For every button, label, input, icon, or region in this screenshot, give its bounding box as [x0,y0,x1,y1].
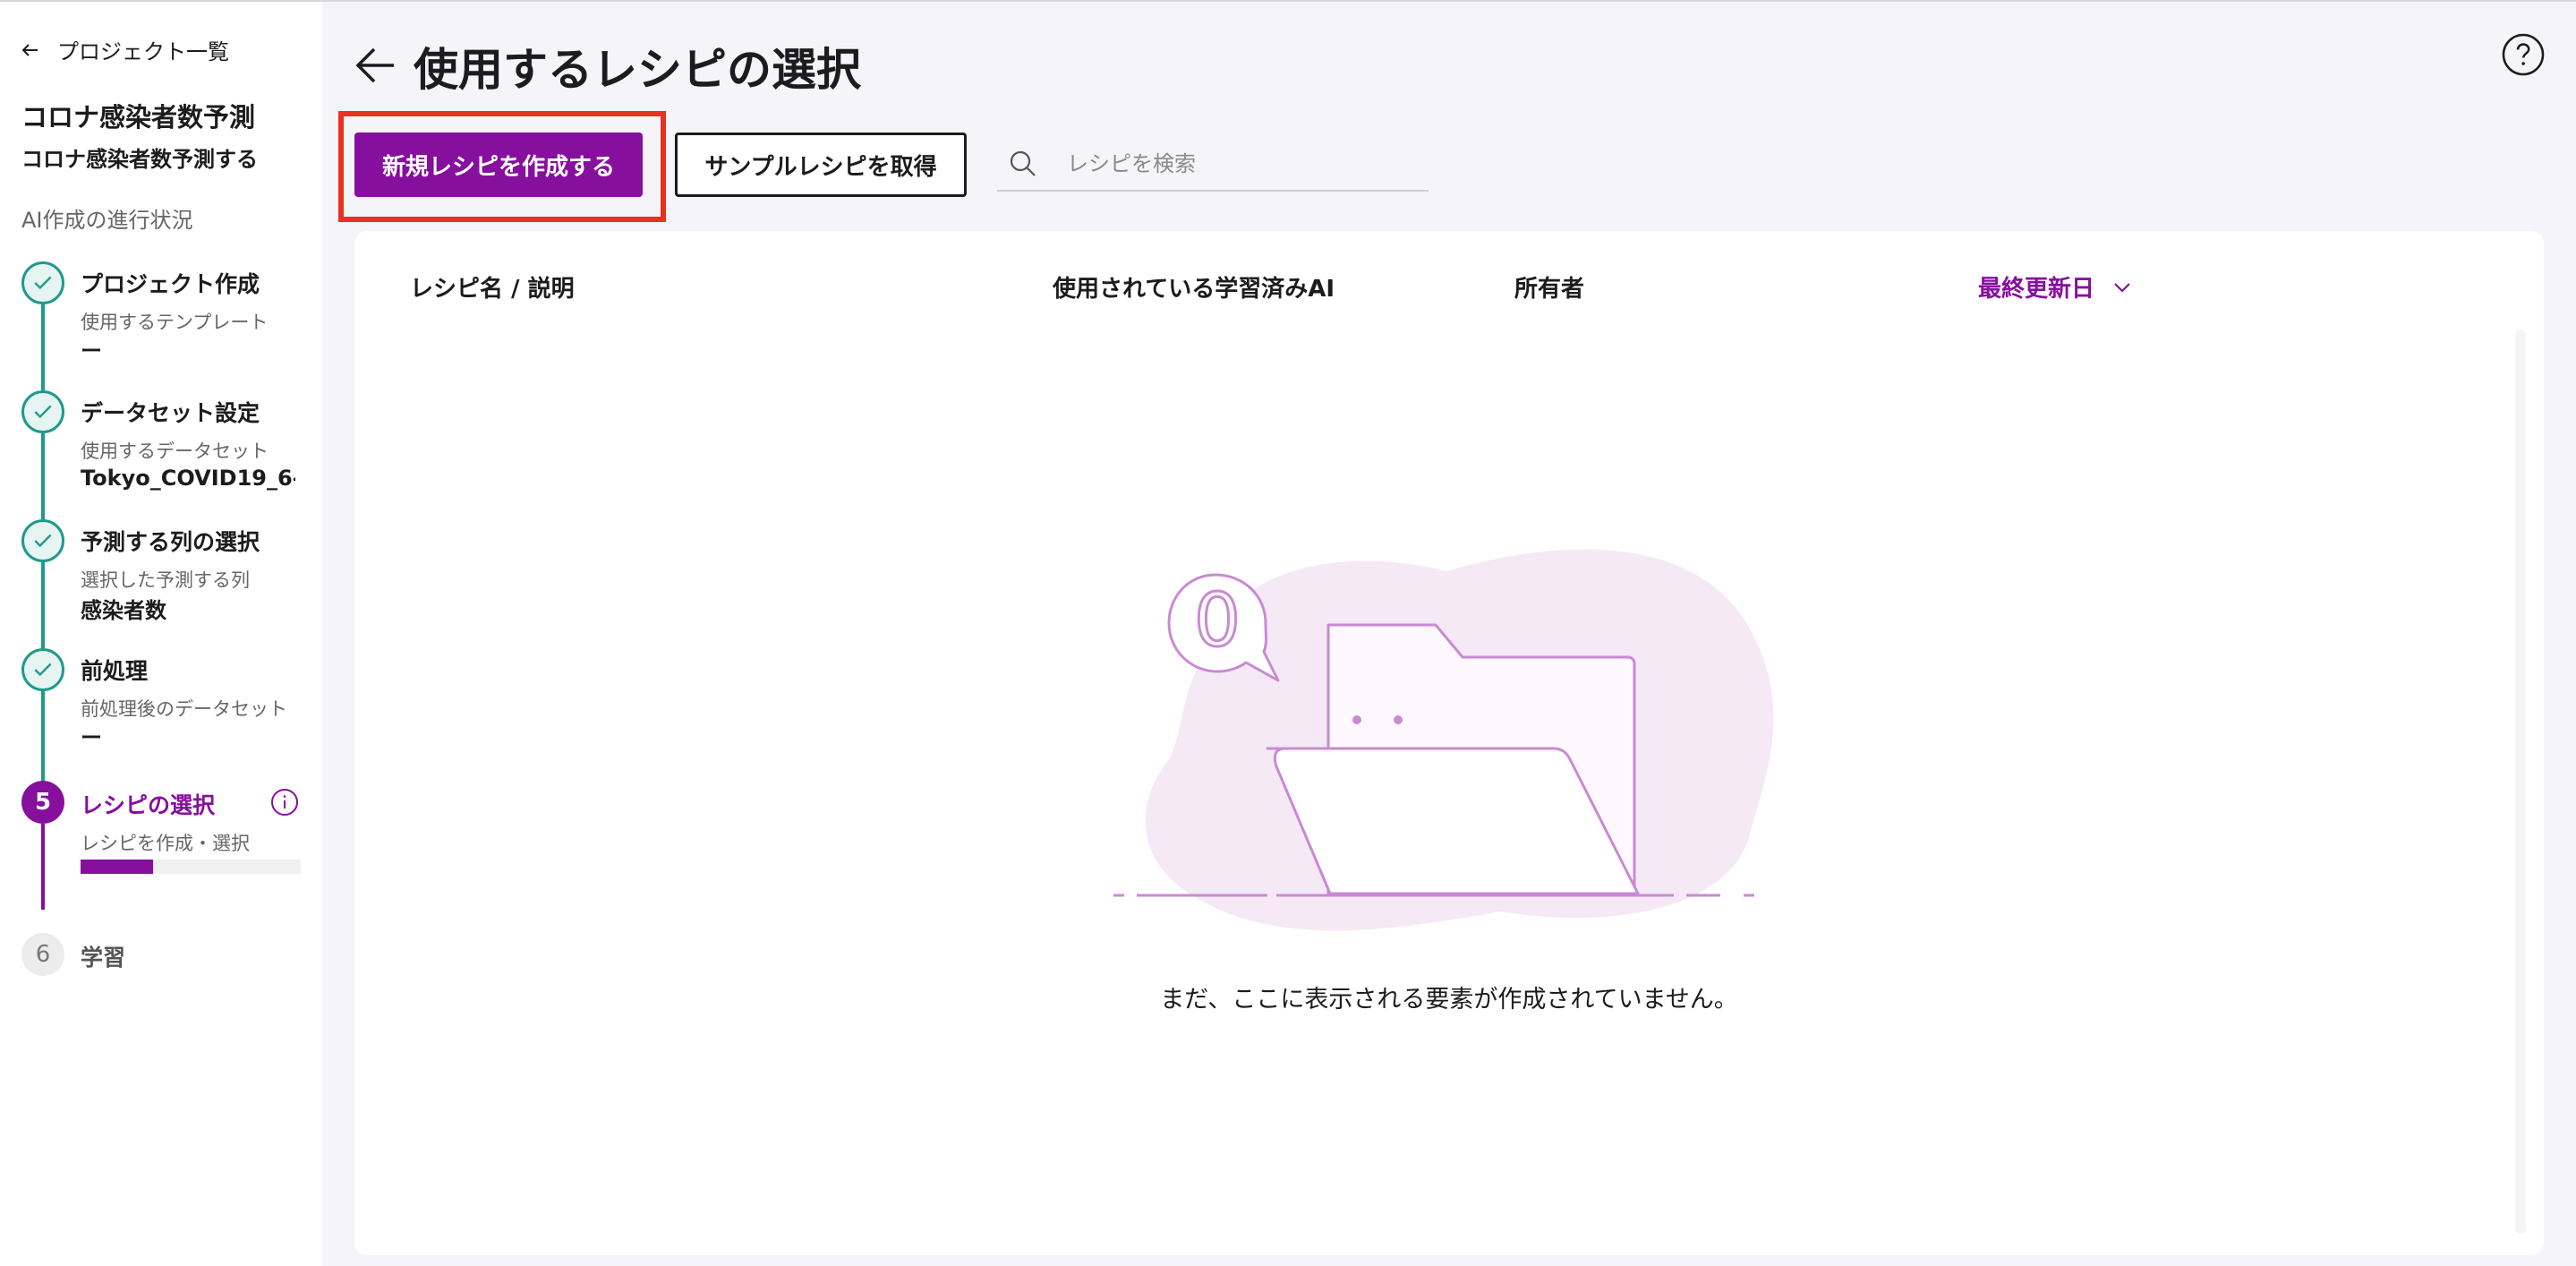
get-sample-recipe-button[interactable]: サンプルレシピを取得 [675,133,967,197]
recipe-table: レシピ名 / 説明 使用されている学習済みAI 所有者 最終更新日 0 まだ、こ… [354,231,2544,1255]
sidebar: プロジェクト一覧 コロナ感染者数予測 コロナ感染者数予測する AI作成の進行状況… [0,2,322,1266]
check-icon [34,663,52,677]
step-5-number: 5 [21,781,64,824]
column-header-owner: 所有者 [1514,276,1585,303]
check-icon [34,276,52,290]
info-icon[interactable] [270,788,299,817]
step-5-progress-bar [81,860,301,874]
column-header-last-updated-label: 最終更新日 [1978,276,2095,303]
back-to-projects-link[interactable]: プロジェクト一覧 [20,34,229,65]
step-2-sub: 使用するデータセット [81,441,269,462]
step-1-title[interactable]: プロジェクト作成 [81,267,260,299]
back-to-projects-label: プロジェクト一覧 [57,39,229,64]
search-box [997,138,1429,192]
step-2-status [21,390,64,433]
column-header-last-updated[interactable]: 最終更新日 [1978,270,2134,304]
project-description: コロナ感染者数予測する [21,147,258,172]
step-connector [41,562,45,648]
step-1-sub: 使用するテンプレート [81,312,269,333]
back-arrow-icon[interactable] [351,41,399,90]
step-4-value: ー [81,725,102,750]
step-6-number: 6 [21,933,64,976]
step-2-title[interactable]: データセット設定 [81,396,260,428]
step-connector [41,433,45,519]
check-icon [34,534,52,548]
step-3-sub: 選択した予測する列 [81,569,250,591]
step-5-title[interactable]: レシピの選択 [81,788,215,820]
create-recipe-button[interactable]: 新規レシピを作成する [354,133,643,197]
step-connector [41,691,45,781]
step-5-progress-fill [81,860,154,874]
step-connector [41,824,45,910]
step-connector [41,304,45,390]
step-3-value: 感染者数 [81,598,166,623]
search-input[interactable] [1067,151,1429,176]
column-header-name: レシピ名 / 説明 [410,276,575,303]
page-title: 使用するレシピの選択 [414,44,861,96]
step-1-status [21,261,64,304]
empty-count: 0 [1194,578,1241,663]
step-1-value: ー [81,338,102,364]
step-4-title[interactable]: 前処理 [81,654,148,686]
step-6-title[interactable]: 学習 [81,940,125,972]
project-title: コロナ感染者数予測 [21,102,256,133]
empty-state-message: まだ、ここに表示される要素が作成されていません。 [1160,986,1738,1014]
step-4-status [21,648,64,691]
step-3-status [21,519,64,562]
column-header-trained-ai: 使用されている学習済みAI [1053,276,1335,303]
search-icon [1010,150,1036,176]
step-4-sub: 前処理後のデータセット [81,698,287,720]
step-5-sub: レシピを作成・選択 [81,833,250,854]
check-icon [34,405,52,419]
scrollbar[interactable] [2515,329,2526,1234]
empty-folder-illustration: 0 [1113,549,1774,931]
step-3-title[interactable]: 予測する列の選択 [81,525,260,557]
help-icon[interactable] [2501,32,2546,77]
progress-heading: AI作成の進行状況 [21,208,193,233]
chevron-down-icon [2114,282,2130,293]
arrow-left-icon [21,43,38,56]
step-2-value: Tokyo_COVID19_6-... [81,466,295,491]
